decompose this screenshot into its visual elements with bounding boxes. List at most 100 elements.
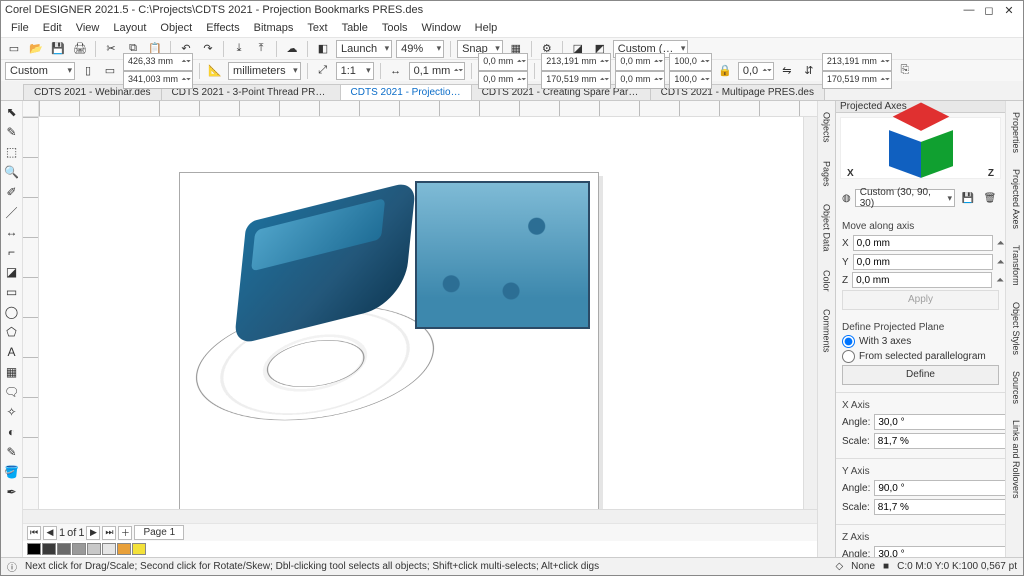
page-tab[interactable]: Page 1 [134, 525, 184, 540]
tool-transparency[interactable]: ◐ [3, 423, 21, 441]
tool-ellipse[interactable]: ◯ [3, 303, 21, 321]
orientation-portrait-icon[interactable]: ▯ [79, 62, 97, 80]
tool-line[interactable]: ／ [3, 203, 21, 221]
x-angle-field[interactable] [874, 414, 1014, 430]
page-next-button[interactable]: ▶ [86, 526, 100, 540]
dup-x-field[interactable]: 0,0 mm [478, 53, 528, 71]
move-x-field[interactable] [853, 235, 993, 251]
page-width-field[interactable]: 426,33 mm [123, 53, 193, 71]
x-scale-field[interactable] [874, 433, 1014, 449]
tool-pick[interactable]: ⬉ [3, 103, 21, 121]
docker-tab-comments[interactable]: Comments [820, 302, 834, 360]
center-y-field[interactable]: 170,519 mm [822, 71, 892, 89]
rtab-properties[interactable]: Properties [1006, 105, 1023, 160]
menu-effects[interactable]: Effects [200, 21, 245, 35]
tool-text[interactable]: A [3, 343, 21, 361]
spinner-icon[interactable]: ⏶ [996, 275, 1004, 286]
dup-y-field[interactable]: 0,0 mm [478, 71, 528, 89]
tool-eyedropper[interactable]: ✎ [3, 443, 21, 461]
scale-y-field[interactable]: 100,0 [669, 71, 712, 89]
mirror-h-icon[interactable]: ⇋ [778, 62, 796, 80]
horizontal-scrollbar[interactable] [23, 509, 817, 523]
app-icon[interactable]: ◧ [314, 40, 332, 58]
tool-outline[interactable]: ✒ [3, 483, 21, 501]
spinner-icon[interactable]: ⏶ [997, 238, 1005, 249]
drawing-scale-combo[interactable]: 1:1 [336, 62, 374, 80]
redo-icon[interactable]: ↷ [199, 40, 217, 58]
rotation-field[interactable]: 0,0 [738, 62, 774, 80]
rtab-sources[interactable]: Sources [1006, 364, 1023, 411]
menu-object[interactable]: Object [154, 21, 198, 35]
artwork-brake-assembly[interactable] [200, 203, 450, 463]
menu-bitmaps[interactable]: Bitmaps [248, 21, 300, 35]
orientation-landscape-icon[interactable]: ▭ [101, 62, 119, 80]
scale-x-field[interactable]: 100,0 [669, 53, 712, 71]
menu-window[interactable]: Window [416, 21, 467, 35]
obj-x-field[interactable]: 0,0 mm [615, 53, 665, 71]
doc-tab-2[interactable]: CDTS 2021 - Projectio… [340, 84, 472, 100]
rtab-projected[interactable]: Projected Axes [1006, 162, 1023, 236]
page-add-button[interactable]: ＋ [118, 526, 132, 540]
docker-tab-color[interactable]: Color [820, 263, 834, 299]
swatch[interactable] [117, 543, 131, 555]
tool-connector[interactable]: ⌐ [3, 243, 21, 261]
page-last-button[interactable]: ⏭ [102, 526, 116, 540]
tool-rectangle[interactable]: ▭ [3, 283, 21, 301]
opt-3-axes[interactable]: With 3 axes [842, 335, 999, 348]
rtab-links[interactable]: Links and Rollovers [1006, 413, 1023, 506]
tool-crop[interactable]: ⬚ [3, 143, 21, 161]
menu-tools[interactable]: Tools [376, 21, 414, 35]
page-preset-combo[interactable]: Custom [5, 62, 75, 80]
lock-ratio-icon[interactable]: 🔒 [716, 62, 734, 80]
opt-parallelogram[interactable]: From selected parallelogram [842, 350, 999, 363]
docker-tab-objects[interactable]: Objects [820, 105, 834, 150]
docker-tab-pages[interactable]: Pages [820, 154, 834, 194]
spinner-icon[interactable]: ⏶ [997, 257, 1005, 268]
move-z-field[interactable] [852, 272, 992, 288]
artwork-detail-inset[interactable] [415, 181, 590, 329]
tool-projected[interactable]: ◪ [3, 263, 21, 281]
tool-effects[interactable]: ✧ [3, 403, 21, 421]
page-prev-button[interactable]: ◀ [43, 526, 57, 540]
cut-icon[interactable]: ✂ [102, 40, 120, 58]
y-scale-field[interactable] [874, 499, 1014, 515]
fill-indicator-icon[interactable]: ◇ [835, 561, 843, 572]
preset-delete-icon[interactable]: 🗑 [981, 189, 999, 207]
horizontal-ruler[interactable] [23, 101, 817, 117]
menu-table[interactable]: Table [336, 21, 374, 35]
menu-text[interactable]: Text [301, 21, 333, 35]
vertical-scrollbar[interactable] [803, 117, 817, 509]
swatch[interactable] [102, 543, 116, 555]
save-icon[interactable]: 💾 [49, 40, 67, 58]
axes-preview[interactable]: X Z Y [840, 117, 1001, 179]
import-icon[interactable]: ⤓ [230, 40, 248, 58]
swatch[interactable] [27, 543, 41, 555]
print-icon[interactable]: 🖨 [71, 40, 89, 58]
docker-tab-objdata[interactable]: Object Data [820, 197, 834, 259]
tool-shape[interactable]: ✎ [3, 123, 21, 141]
obj-y-field[interactable]: 0,0 mm [615, 71, 665, 89]
minimize-button[interactable]: — [959, 3, 979, 17]
menu-file[interactable]: File [5, 21, 35, 35]
preset-save-icon[interactable]: 💾 [959, 189, 977, 207]
page-first-button[interactable]: ⏮ [27, 526, 41, 540]
launch-combo[interactable]: Launch [336, 40, 392, 58]
menu-layout[interactable]: Layout [107, 21, 152, 35]
outline-indicator-icon[interactable]: ■ [883, 561, 889, 572]
export-icon[interactable]: ⤒ [252, 40, 270, 58]
zoom-combo[interactable]: 49% [396, 40, 444, 58]
y-angle-field[interactable] [874, 480, 1014, 496]
apply-button[interactable]: Apply [842, 290, 999, 310]
open-icon[interactable]: 📂 [27, 40, 45, 58]
swatch[interactable] [132, 543, 146, 555]
page-height-field[interactable]: 341,003 mm [123, 71, 193, 89]
swatch[interactable] [87, 543, 101, 555]
close-button[interactable]: ✕ [999, 3, 1019, 17]
menu-edit[interactable]: Edit [37, 21, 68, 35]
publish-icon[interactable]: ☁ [283, 40, 301, 58]
move-y-field[interactable] [853, 254, 993, 270]
menu-help[interactable]: Help [469, 21, 504, 35]
nudge-field[interactable]: 0,1 mm [409, 62, 466, 80]
obj-h-field[interactable]: 170,519 mm [541, 71, 611, 89]
swatch[interactable] [42, 543, 56, 555]
